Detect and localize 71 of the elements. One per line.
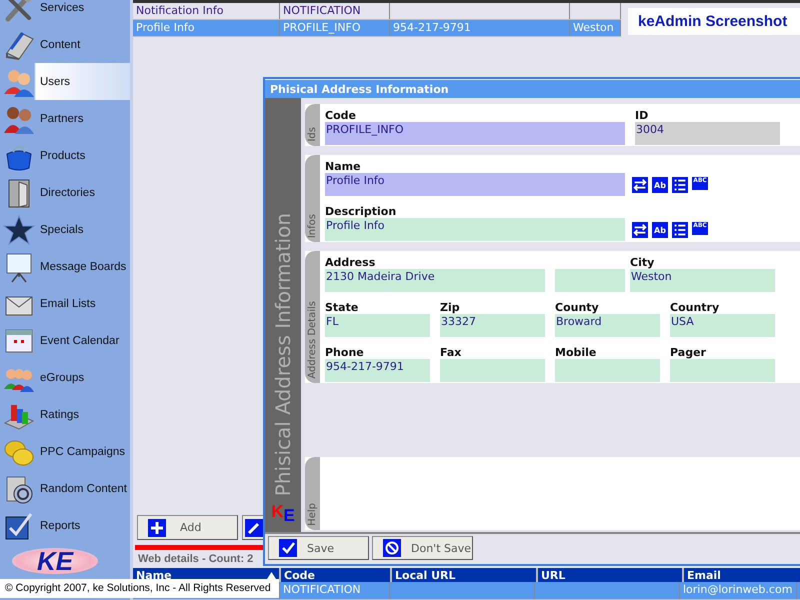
- sidebar-item[interactable]: Ratings: [0, 396, 130, 433]
- table-cell: Profile Info: [133, 20, 280, 36]
- list-icon[interactable]: [672, 222, 688, 238]
- field-label: Code: [325, 109, 357, 122]
- input-field[interactable]: Weston: [630, 269, 775, 292]
- sidebar-item[interactable]: PPC Campaigns: [0, 433, 130, 470]
- field-label: Pager: [670, 346, 707, 359]
- input-field[interactable]: 33327: [440, 314, 545, 337]
- input-field[interactable]: Profile Info: [325, 218, 625, 241]
- field-label: Country: [670, 301, 720, 314]
- sidebar-item[interactable]: Content: [0, 26, 130, 63]
- sidebar-item[interactable]: Specials: [0, 211, 130, 248]
- input-field[interactable]: [440, 359, 545, 382]
- star-icon: [3, 214, 35, 246]
- swap-icon[interactable]: [632, 222, 648, 238]
- sidebar-item[interactable]: Reports: [0, 507, 130, 544]
- sidebar-item[interactable]: Message Boards: [0, 248, 130, 285]
- field-label: County: [555, 301, 600, 314]
- field-label: Fax: [440, 346, 462, 359]
- field-label: Name: [325, 160, 362, 173]
- add-button[interactable]: Add: [137, 515, 238, 540]
- table-cell: PROFILE_INFO: [280, 20, 390, 36]
- input-field[interactable]: Profile Info: [325, 173, 625, 196]
- list-icon[interactable]: [672, 177, 688, 193]
- input-field[interactable]: [555, 359, 660, 382]
- sidebar-item[interactable]: Products: [0, 137, 130, 174]
- prohibited-icon: [383, 539, 401, 557]
- sidebar-item[interactable]: eGroups: [0, 359, 130, 396]
- section-title: Web details - Count: 2: [137, 552, 254, 567]
- sidebar-item[interactable]: Random Content: [0, 470, 130, 507]
- table-cell: NOTIFICATION: [280, 582, 390, 599]
- plus-icon: [148, 518, 166, 536]
- format-button[interactable]: Ab: [652, 177, 668, 193]
- swap-icon[interactable]: [632, 177, 648, 193]
- field-label: Zip: [440, 301, 461, 314]
- copyright-toast: © Copyright 2007, ke Solutions, Inc - All Rights Reserved: [0, 579, 279, 598]
- logo: KE: [12, 548, 98, 574]
- field-label: Phone: [325, 346, 365, 359]
- field-label: State: [325, 301, 360, 314]
- field-label: City: [630, 256, 656, 269]
- sidebar-item[interactable]: Partners: [0, 100, 130, 137]
- field-label: Address: [325, 256, 376, 269]
- input-field[interactable]: [670, 359, 775, 382]
- table-cell: NOTIFICATION: [280, 3, 390, 19]
- input-field[interactable]: [555, 269, 625, 292]
- input-field[interactable]: 954-217-9791: [325, 359, 430, 382]
- save-button[interactable]: Save: [268, 536, 369, 560]
- field-label: ID: [635, 109, 650, 122]
- vertical-title: Phisical Address Information: [271, 212, 295, 496]
- pencil-icon: [245, 518, 263, 536]
- sidebar-item[interactable]: Services: [0, 0, 130, 26]
- checkmark-icon: [279, 539, 297, 557]
- window-title: Phisical Address Information: [265, 80, 800, 98]
- input-field[interactable]: Broward: [555, 314, 660, 337]
- field-label: Mobile: [555, 346, 598, 359]
- input-field[interactable]: 2130 Madeira Drive: [325, 269, 545, 292]
- table-cell: Weston: [570, 20, 621, 36]
- format-button[interactable]: Ab: [652, 222, 668, 238]
- sidebar-item[interactable]: Directories: [0, 174, 130, 211]
- table-cell: Notification Info: [133, 3, 280, 19]
- banner-title: keAdmin Screenshot: [628, 8, 800, 35]
- input-field[interactable]: FL: [325, 314, 430, 337]
- sidebar-item[interactable]: Email Lists: [0, 285, 130, 322]
- input-field[interactable]: USA: [670, 314, 775, 337]
- table-cell: lorin@lorinweb.com: [680, 582, 797, 599]
- sidebar-item[interactable]: Event Calendar: [0, 322, 130, 359]
- cancel-button[interactable]: Don't Save: [372, 536, 473, 560]
- input-field[interactable]: 3004: [635, 122, 780, 145]
- input-field[interactable]: PROFILE_INFO: [325, 122, 625, 145]
- field-label: Description: [325, 205, 398, 218]
- table-cell: 954-217-9791: [390, 20, 570, 36]
